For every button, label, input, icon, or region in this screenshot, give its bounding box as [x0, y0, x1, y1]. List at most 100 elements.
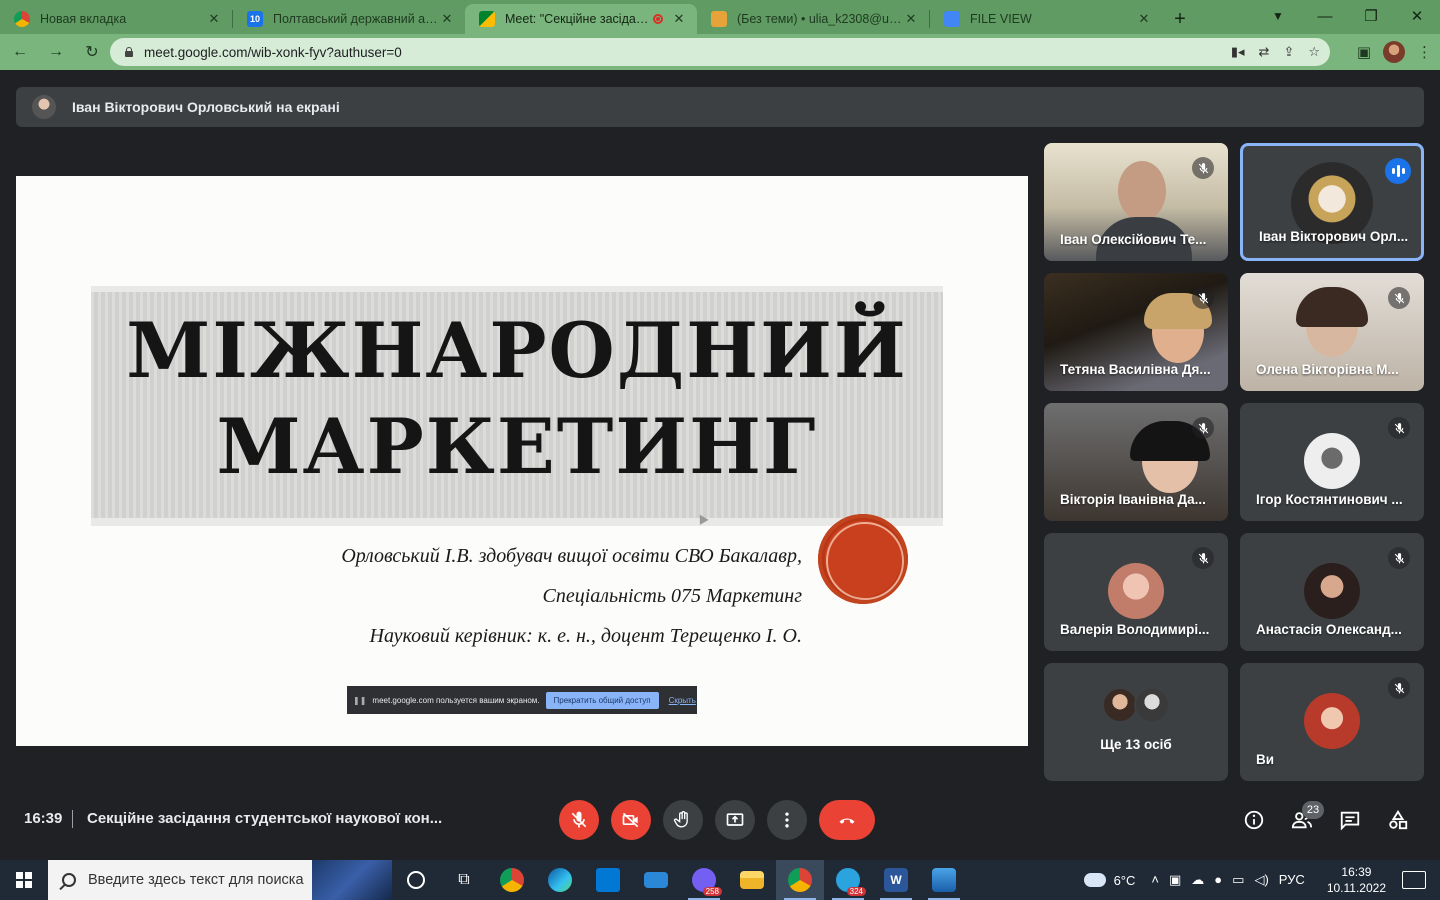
minimize-icon[interactable]: — [1302, 0, 1348, 32]
taskbar-edge[interactable] [536, 860, 584, 900]
bookmark-star-icon[interactable]: ☆ [1308, 44, 1320, 60]
tab-title: (Без теми) • ulia_k2308@ukr.ne [737, 12, 903, 26]
photos-icon [932, 868, 956, 892]
close-icon[interactable]: ✕ [439, 11, 455, 27]
self-avatar [1304, 693, 1360, 749]
close-icon[interactable]: ✕ [671, 11, 687, 27]
new-tab-button[interactable]: + [1166, 5, 1194, 33]
mic-off-icon [1192, 547, 1214, 569]
tab-title: Полтавський державний аграр [273, 12, 439, 26]
slide-title-line1: МІЖНАРОДНИЙ [126, 306, 908, 395]
slide-title-banner: МІЖНАРОДНИЙ МАРКЕТИНГ [91, 286, 943, 526]
word-icon: W [884, 868, 908, 892]
translate-icon[interactable]: ⇄ [1259, 44, 1270, 60]
more-participants-avatars [1102, 687, 1174, 723]
participant-tile[interactable]: Тетяна Василівна Дя... [1044, 273, 1228, 391]
slide-specialty-line: Спеціальність 075 Маркетинг [542, 585, 802, 607]
share-icon[interactable]: ⇪ [1283, 44, 1294, 60]
chevron-up-icon[interactable]: ˄ [1151, 872, 1159, 888]
more-participants-tile[interactable]: Ще 13 осіб [1044, 663, 1228, 781]
raise-hand-button[interactable] [663, 800, 703, 840]
close-window-icon[interactable]: ✕ [1394, 0, 1440, 32]
participant-tile[interactable]: Олена Вікторівна М... [1240, 273, 1424, 391]
notification-center-icon[interactable] [1402, 871, 1426, 889]
participant-name: Іван Вікторович Орл... [1259, 229, 1409, 244]
cortana-icon [407, 871, 425, 889]
more-options-button[interactable] [767, 800, 807, 840]
task-view-button[interactable]: ⧉ [440, 860, 488, 900]
stop-sharing-button[interactable]: Прекратить общий доступ [545, 691, 659, 709]
mic-off-icon [1388, 287, 1410, 309]
network-icon[interactable]: ▭ [1232, 872, 1244, 888]
lock-icon[interactable] [124, 47, 134, 57]
participant-tile[interactable]: Валерія Володимирі... [1044, 533, 1228, 651]
taskbar-photos[interactable] [920, 860, 968, 900]
info-icon [1244, 810, 1264, 830]
taskbar-search[interactable]: Введите здесь текст для поиска [48, 860, 392, 900]
start-button[interactable] [0, 860, 48, 900]
tab-file-view[interactable]: FILE VIEW ✕ [930, 4, 1162, 34]
participant-tile[interactable]: Ігор Костянтинович ... [1240, 403, 1424, 521]
close-icon[interactable]: ✕ [903, 11, 919, 27]
taskbar-store[interactable] [584, 860, 632, 900]
mic-off-icon [571, 811, 587, 828]
profile-avatar[interactable] [1383, 41, 1405, 63]
camera-icon[interactable]: ▮◂ [1231, 44, 1245, 60]
tab-university[interactable]: 10 Полтавський державний аграр ✕ [233, 4, 465, 34]
toggle-camera-button[interactable] [611, 800, 651, 840]
participant-tile[interactable]: Іван Олексійович Те... [1044, 143, 1228, 261]
forward-arrow-icon[interactable]: → [40, 36, 72, 68]
menu-dots-icon[interactable]: ⋮ [1417, 43, 1432, 61]
side-panel-icon[interactable]: ▣ [1357, 43, 1371, 61]
taskbar-viber[interactable]: 258 [680, 860, 728, 900]
reload-icon[interactable]: ↻ [76, 36, 108, 68]
mic-off-icon [1192, 157, 1214, 179]
participant-avatar [1304, 563, 1360, 619]
participant-tile-speaking[interactable]: Іван Вікторович Орл... [1240, 143, 1424, 261]
cortana-button[interactable] [392, 860, 440, 900]
participant-count-badge: 23 [1302, 801, 1324, 819]
tab-mail[interactable]: (Без теми) • ulia_k2308@ukr.ne ✕ [697, 4, 929, 34]
folder-icon [740, 871, 764, 889]
mic-off-icon [1192, 417, 1214, 439]
microphone-icon[interactable]: ● [1214, 872, 1222, 888]
slide-author-line: Орловський І.В. здобувач вищої освіти СВ… [341, 545, 802, 567]
taskbar-file-explorer[interactable] [728, 860, 776, 900]
more-vert-icon [785, 812, 789, 828]
close-icon[interactable]: ✕ [1136, 11, 1152, 27]
taskbar-mail[interactable] [632, 860, 680, 900]
hide-notice-link[interactable]: Скрыть [669, 696, 696, 705]
input-language[interactable]: РУС [1279, 872, 1305, 888]
present-screen-button[interactable] [715, 800, 755, 840]
mic-off-icon [1192, 287, 1214, 309]
taskbar-telegram[interactable]: 324 [824, 860, 872, 900]
close-icon[interactable]: ✕ [206, 11, 222, 27]
back-arrow-icon[interactable]: ← [4, 36, 36, 68]
participant-tile[interactable]: Вікторія Іванівна Да... [1044, 403, 1228, 521]
address-bar[interactable]: meet.google.com/wib-xonk-fyv?authuser=0 … [110, 38, 1330, 66]
chat-icon [1340, 811, 1360, 831]
volume-icon[interactable]: ◁) [1254, 872, 1268, 888]
tray-icons: ˄ ▣ ☁ ● ▭ ◁) РУС [1151, 872, 1304, 888]
meet-tray-icon[interactable]: ▣ [1169, 872, 1181, 888]
self-tile[interactable]: Ви [1240, 663, 1424, 781]
system-clock[interactable]: 16:39 10.11.2022 [1327, 864, 1386, 896]
weather-widget[interactable]: 6°C [1083, 873, 1135, 888]
taskbar-chrome[interactable] [488, 860, 536, 900]
mic-off-icon [1388, 417, 1410, 439]
tab-meet[interactable]: Meet: "Секційне засідання ✕ [465, 4, 697, 34]
chat-button[interactable] [1336, 806, 1364, 834]
participant-name: Ігор Костянтинович ... [1256, 492, 1403, 507]
tab-new-tab[interactable]: Новая вкладка ✕ [0, 4, 232, 34]
restore-icon[interactable]: ❐ [1348, 0, 1394, 32]
toggle-mic-button[interactable] [559, 800, 599, 840]
activities-button[interactable] [1384, 806, 1412, 834]
leave-call-button[interactable] [819, 800, 875, 840]
meeting-details-button[interactable] [1240, 806, 1268, 834]
taskbar-chrome-active[interactable] [776, 860, 824, 900]
taskbar-word[interactable]: W [872, 860, 920, 900]
participant-tile[interactable]: Анастасія Олександ... [1240, 533, 1424, 651]
onedrive-icon[interactable]: ☁ [1191, 872, 1204, 888]
chevron-down-icon[interactable]: ▼ [1266, 4, 1290, 28]
store-icon [596, 868, 620, 892]
